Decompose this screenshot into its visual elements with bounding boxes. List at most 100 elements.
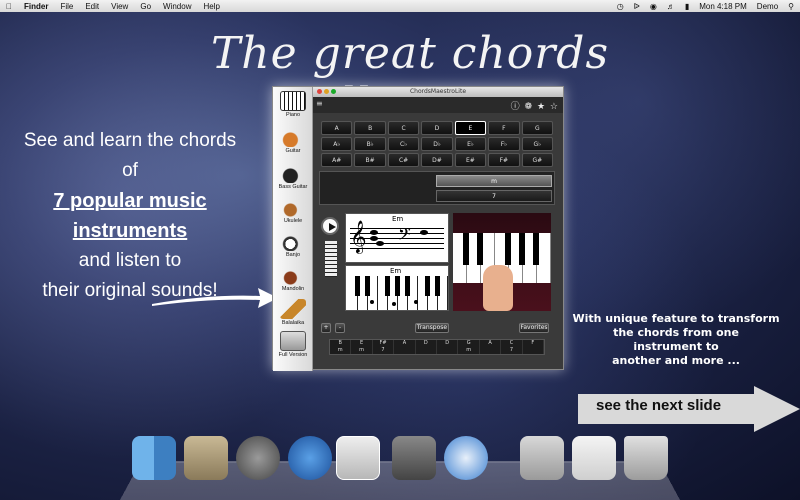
key-button[interactable]: F♭: [488, 137, 520, 151]
finder-icon[interactable]: [132, 436, 176, 480]
menu-help[interactable]: Help: [203, 2, 219, 11]
sidebar-item-guitar[interactable]: Guitar: [273, 127, 313, 154]
key-button[interactable]: F: [488, 121, 520, 135]
chord-strip-item[interactable]: Bm: [330, 340, 352, 354]
key-button[interactable]: D: [421, 121, 453, 135]
chord-notation: Em 𝄞 𝄢: [345, 213, 449, 263]
chord-type-extension[interactable]: 7: [436, 190, 552, 202]
chord-strip-item[interactable]: F: [523, 340, 545, 354]
play-button[interactable]: [321, 217, 339, 235]
key-button[interactable]: C: [387, 121, 420, 135]
chord-quality: m: [337, 347, 343, 353]
chord-name-label: Em: [390, 267, 402, 275]
close-button[interactable]: [317, 89, 322, 94]
chord-root: G: [466, 340, 471, 346]
chords-maestro-icon[interactable]: [336, 436, 380, 480]
sidebar-item-banjo[interactable]: Banjo: [273, 231, 313, 258]
key-button[interactable]: B♭: [354, 137, 386, 151]
key-button[interactable]: G♭: [521, 137, 553, 151]
full-version-icon: [280, 331, 306, 351]
minimize-button[interactable]: [324, 89, 329, 94]
safari-icon[interactable]: [444, 436, 488, 480]
sidebar-item-ukulele[interactable]: Ukulele: [273, 197, 313, 224]
menu-file[interactable]: File: [60, 2, 73, 11]
sidebar-item-piano[interactable]: Piano: [273, 91, 313, 118]
key-button[interactable]: E#: [454, 153, 487, 167]
menu-view[interactable]: View: [111, 2, 128, 11]
add-button[interactable]: +: [321, 323, 331, 333]
downloads-folder-icon[interactable]: [520, 436, 564, 480]
settings-icon[interactable]: ❁: [525, 102, 534, 112]
chord-strip-item[interactable]: C7: [501, 340, 523, 354]
chord-strip-item[interactable]: D: [416, 340, 438, 354]
system-preferences-icon[interactable]: [392, 436, 436, 480]
remove-button[interactable]: -: [335, 323, 345, 333]
menu-window[interactable]: Window: [163, 2, 191, 11]
chord-quality: m: [466, 347, 472, 353]
battery-icon[interactable]: ▮: [685, 2, 689, 11]
key-button[interactable]: C#: [387, 153, 420, 167]
menu-edit[interactable]: Edit: [85, 2, 99, 11]
volume-icon[interactable]: ♬: [667, 2, 675, 11]
key-button[interactable]: B#: [354, 153, 386, 167]
star-icon[interactable]: ★: [537, 102, 546, 112]
sidebar-item-label: Guitar: [285, 148, 301, 154]
menu-app-finder[interactable]: Finder: [24, 2, 48, 11]
chord-strip-item[interactable]: Em: [351, 340, 373, 354]
chord-strip-item[interactable]: A: [480, 340, 502, 354]
key-button[interactable]: C♭: [387, 137, 420, 151]
key-button[interactable]: G#: [521, 153, 553, 167]
bluetooth-icon[interactable]: ᐉ: [634, 2, 640, 11]
sidebar-item-bass-guitar[interactable]: Bass Guitar: [273, 163, 313, 190]
key-button[interactable]: F#: [488, 153, 520, 167]
hand-image: [483, 265, 513, 311]
chord-name-label: Em: [392, 215, 404, 223]
key-button[interactable]: A#: [321, 153, 353, 167]
left-copy-line: See and learn the chords: [23, 130, 237, 151]
key-button[interactable]: A: [321, 121, 353, 135]
menu-user[interactable]: Demo: [757, 2, 778, 11]
key-button[interactable]: A♭: [321, 137, 353, 151]
chord-strip-item[interactable]: A: [394, 340, 416, 354]
launchpad-icon[interactable]: [236, 436, 280, 480]
chord-strip-item[interactable]: Gm: [458, 340, 480, 354]
key-button[interactable]: E♭: [454, 137, 487, 151]
trash-icon[interactable]: [624, 436, 668, 480]
documents-stack-icon[interactable]: [572, 436, 616, 480]
menu-lines-icon[interactable]: ≡: [316, 99, 323, 108]
key-button[interactable]: G: [521, 121, 553, 135]
balalaika-icon: [280, 299, 306, 319]
chord-strip-item[interactable]: F# 7: [373, 340, 395, 354]
apple-menu-icon[interactable]: : [6, 2, 12, 11]
transpose-button[interactable]: Transpose: [415, 323, 449, 333]
time-machine-icon[interactable]: ◷: [617, 2, 624, 11]
treble-clef-icon: 𝄞: [350, 220, 367, 253]
app-store-icon[interactable]: [288, 436, 332, 480]
menu-go[interactable]: Go: [140, 2, 151, 11]
chord-strip-item[interactable]: D: [437, 340, 459, 354]
favorites-button[interactable]: Favorites: [519, 323, 549, 333]
sidebar-item-mandolin[interactable]: Mandolin: [273, 265, 313, 292]
spotlight-icon[interactable]: ⚲: [788, 2, 794, 11]
ukulele-icon: [280, 197, 306, 217]
right-copy-line: the chords from one: [613, 326, 739, 339]
left-copy-emphasis: instruments: [72, 220, 188, 242]
right-copy-line: instrument to: [633, 340, 719, 353]
star-outline-icon[interactable]: ☆: [550, 102, 559, 112]
mail-icon[interactable]: [184, 436, 228, 480]
key-button[interactable]: D#: [421, 153, 453, 167]
key-button[interactable]: D♭: [421, 137, 453, 151]
key-button[interactable]: B: [354, 121, 386, 135]
info-icon[interactable]: ⓘ: [511, 102, 521, 112]
next-slide-label[interactable]: see the next slide: [596, 397, 721, 414]
chord-quality: m: [359, 347, 365, 353]
zoom-button[interactable]: [331, 89, 336, 94]
key-button[interactable]: E: [454, 121, 487, 135]
sidebar-item-balalaika[interactable]: Balalaika: [273, 299, 313, 326]
right-copy-line: With unique feature to transform: [572, 312, 780, 325]
guitar-icon: [280, 127, 306, 147]
menu-clock[interactable]: Mon 4:18 PM: [699, 2, 747, 11]
sidebar-item-full-version[interactable]: Full Version: [273, 331, 313, 358]
chord-type-selected[interactable]: m: [436, 175, 552, 187]
wifi-icon[interactable]: ◉: [650, 2, 657, 11]
